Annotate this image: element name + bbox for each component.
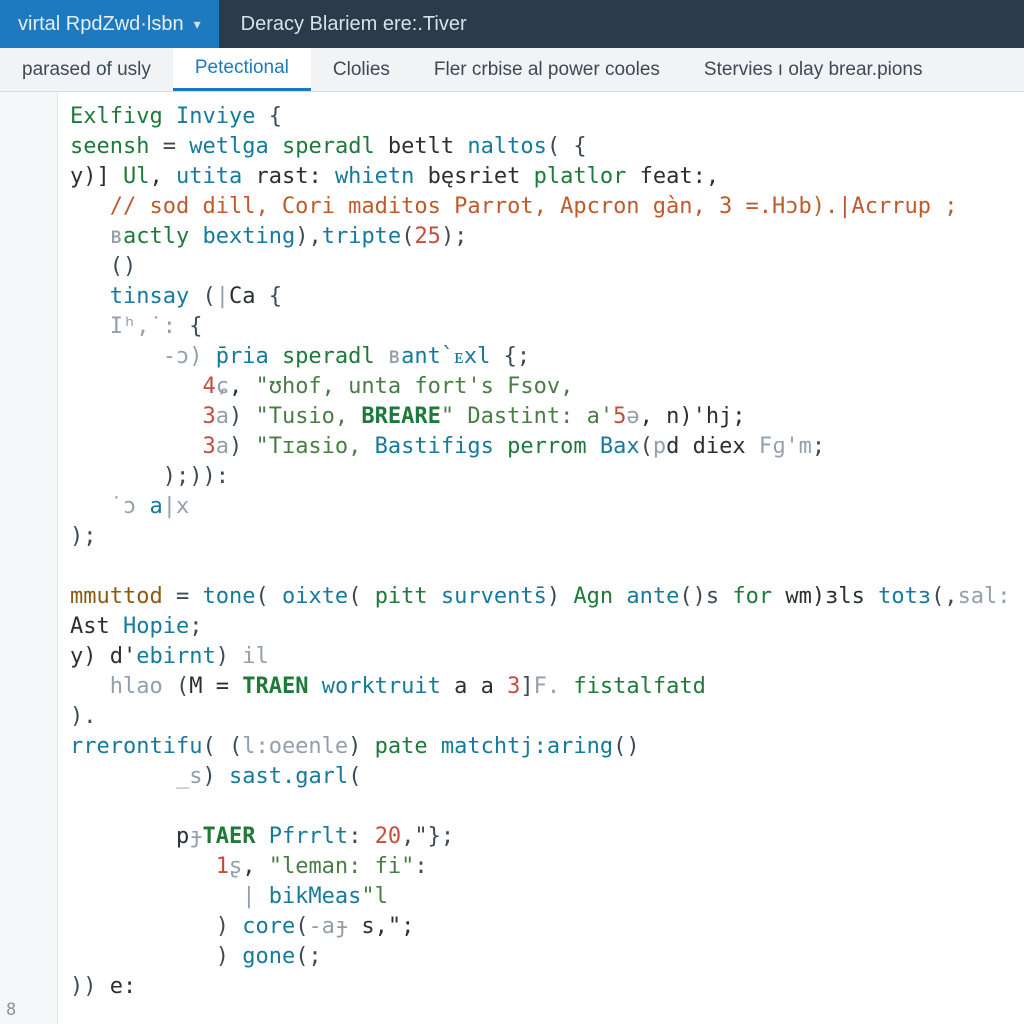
subtab-label: Fler crbise al power cooles (434, 59, 660, 81)
window-tab[interactable]: virtal RpdZwd·lsbn ▾ (0, 0, 219, 48)
code-line: mmuttod = tone( oixte( pitt survents̄) A… (70, 582, 1024, 612)
code-line: ) gone(; (70, 942, 1024, 972)
titlebar: virtal RpdZwd·lsbn ▾ Deracy Blariem ere:… (0, 0, 1024, 48)
code-line: -ɔ) p̄ria speradl ʙant`ᴇxl {; (70, 342, 1024, 372)
window-title: Deracy Blariem ere:.Tiver (219, 0, 489, 48)
code-area[interactable]: Exlfivg Inviye {seensh = wetlga speradl … (58, 92, 1024, 1024)
code-line: rrerontifu( (l:oeenle) pate matchtj:arin… (70, 732, 1024, 762)
code-line: )) e: (70, 972, 1024, 1002)
code-line: y) d'ebirnt) il (70, 642, 1024, 672)
code-line: tinsay (|Ca { (70, 282, 1024, 312)
code-line: 4ɕ, "ʊhof, unta fort's Fsov, (70, 372, 1024, 402)
subtab-label: Stervies ı olay brear.pions (704, 59, 923, 81)
code-line: // sod dill, Cori maditos Parrot, Apcron… (70, 192, 1024, 222)
subtab-label: parased of usly (22, 59, 151, 81)
code-line: | bikMeas"l (70, 882, 1024, 912)
gutter-line-number: 8 (6, 1000, 16, 1020)
code-line: 3a) "Tusio, BREARE" Dastint: a'5ə, n)'hj… (70, 402, 1024, 432)
code-line: ) core(-aɟ s,"; (70, 912, 1024, 942)
window-tab-label: virtal RpdZwd·lsbn (18, 13, 184, 36)
subtab-3[interactable]: Fler crbise al power cooles (412, 48, 682, 91)
code-line: 3a) "Tɪasio, Bastifigs perrom Bax(pd die… (70, 432, 1024, 462)
code-line: seensh = wetlga speradl betlt naltos( { (70, 132, 1024, 162)
subtab-bar: parased of usly Petectional Clolies Fler cr… (0, 48, 1024, 92)
code-line: Iʰ,˙: { (70, 312, 1024, 342)
editor-gutter: 8 (0, 92, 58, 1024)
code-line: ); (70, 522, 1024, 552)
chevron-down-icon: ▾ (194, 16, 201, 33)
subtab-0[interactable]: parased of usly (0, 48, 173, 91)
code-line: ˙ɔ a|x (70, 492, 1024, 522)
subtab-1[interactable]: Petectional (173, 48, 311, 91)
code-line: 1ʂ, "leman: fi": (70, 852, 1024, 882)
code-line: Exlfivg Inviye { (70, 102, 1024, 132)
code-line (70, 552, 1024, 582)
code-line: () (70, 252, 1024, 282)
subtab-label: Petectional (195, 57, 289, 79)
code-line: ). (70, 702, 1024, 732)
code-line: pɟTAER Pfrrlt: 20,"}; (70, 822, 1024, 852)
code-line: Ast Hopie; (70, 612, 1024, 642)
subtab-2[interactable]: Clolies (311, 48, 412, 91)
code-line: hlao (M = TRAEN worktruit a a 3]F. fista… (70, 672, 1024, 702)
code-line: _s) sast.garl( (70, 762, 1024, 792)
editor: 8 Exlfivg Inviye {seensh = wetlga sperad… (0, 92, 1024, 1024)
code-line: y)] Ul, utita rast: whietn bęsriet platl… (70, 162, 1024, 192)
code-line: ʙactly bexting),tripte(25); (70, 222, 1024, 252)
subtab-label: Clolies (333, 59, 390, 81)
code-line: );)): (70, 462, 1024, 492)
subtab-4[interactable]: Stervies ı olay brear.pions (682, 48, 945, 91)
code-line (70, 792, 1024, 822)
